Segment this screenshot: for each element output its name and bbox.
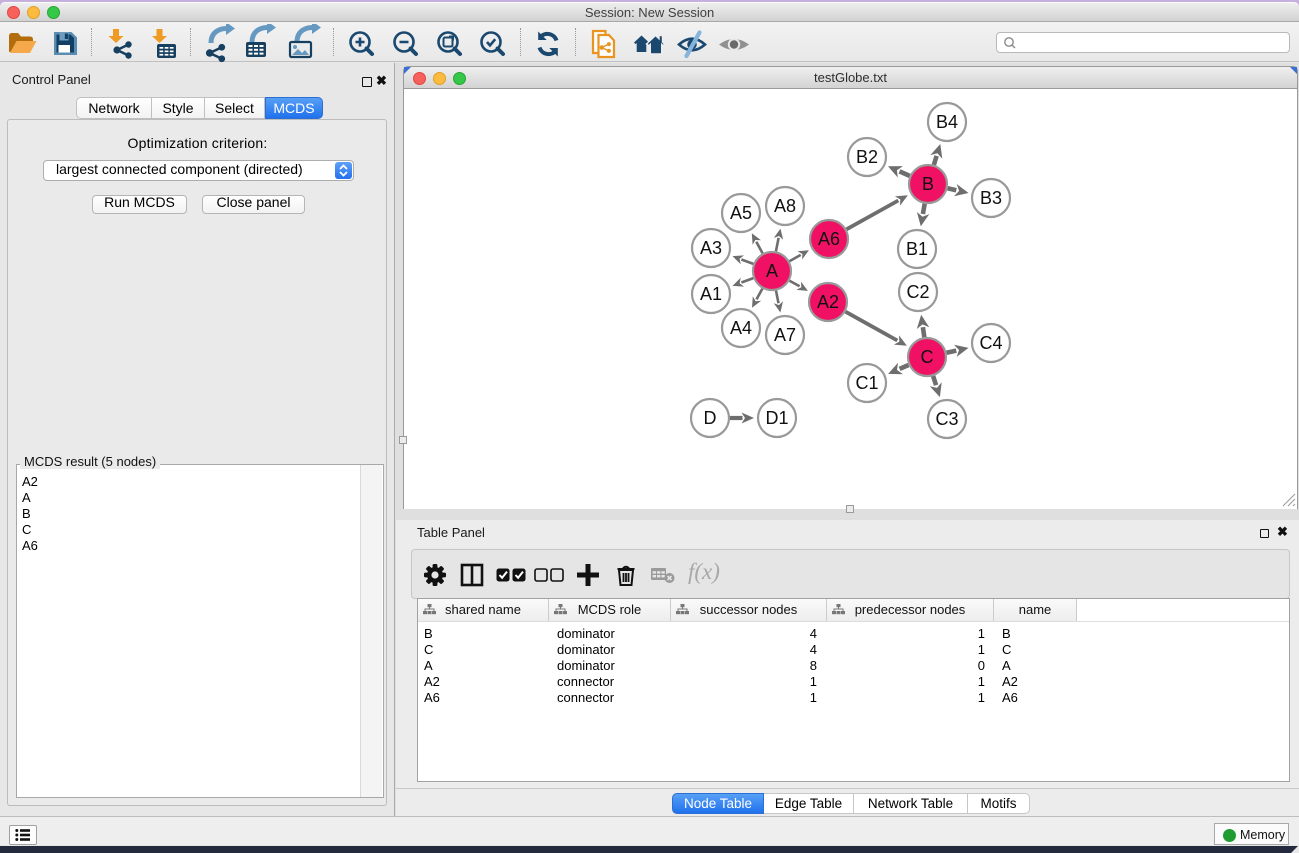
svg-text:A3: A3 bbox=[700, 238, 722, 258]
svg-text:C3: C3 bbox=[935, 409, 958, 429]
svg-text:B: B bbox=[922, 174, 934, 194]
svg-text:A2: A2 bbox=[817, 292, 839, 312]
svg-text:D: D bbox=[704, 408, 717, 428]
svg-text:B1: B1 bbox=[906, 239, 928, 259]
svg-text:A8: A8 bbox=[774, 196, 796, 216]
svg-text:B2: B2 bbox=[856, 147, 878, 167]
svg-text:B3: B3 bbox=[980, 188, 1002, 208]
svg-text:A1: A1 bbox=[700, 284, 722, 304]
svg-text:A7: A7 bbox=[774, 325, 796, 345]
svg-text:C: C bbox=[921, 347, 934, 367]
svg-text:D1: D1 bbox=[765, 408, 788, 428]
svg-text:B4: B4 bbox=[936, 112, 958, 132]
svg-text:A: A bbox=[766, 261, 778, 281]
svg-text:A6: A6 bbox=[818, 229, 840, 249]
svg-text:A4: A4 bbox=[730, 318, 752, 338]
svg-text:C4: C4 bbox=[979, 333, 1002, 353]
svg-text:A5: A5 bbox=[730, 203, 752, 223]
svg-text:C2: C2 bbox=[906, 282, 929, 302]
svg-text:C1: C1 bbox=[855, 373, 878, 393]
